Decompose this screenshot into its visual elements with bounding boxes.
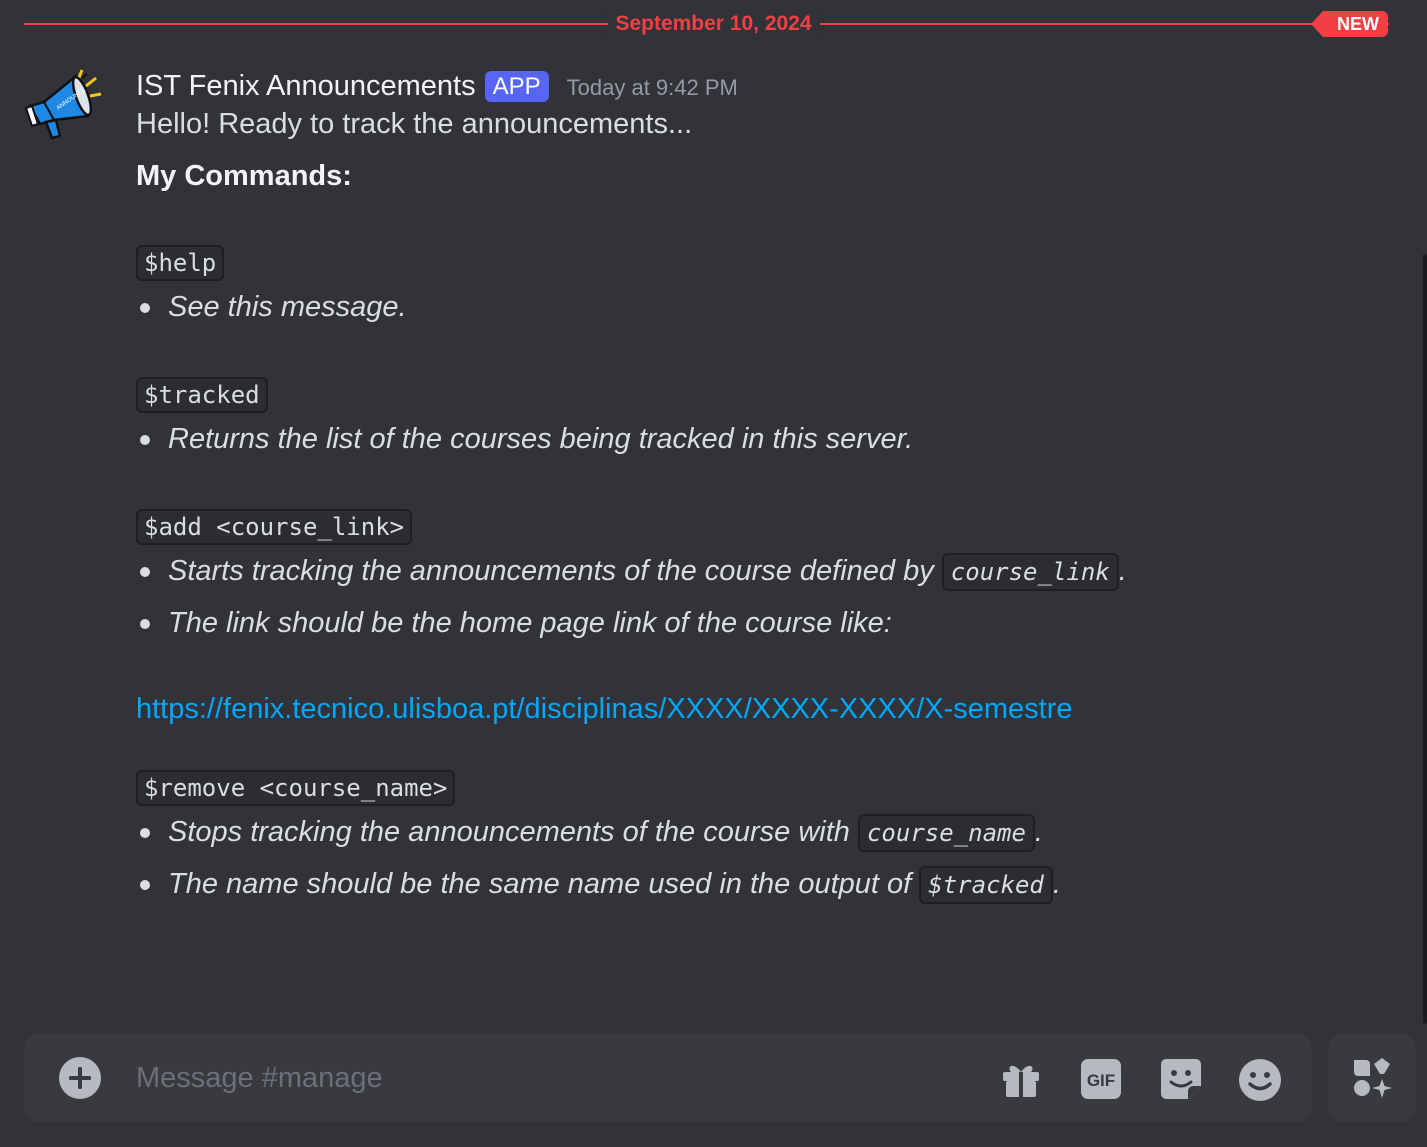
avatar[interactable]: ANNOUNCE: [24, 66, 106, 148]
sticker-icon[interactable]: [1160, 1058, 1202, 1100]
inline-code: $tracked: [919, 866, 1053, 905]
inline-code: course_link: [941, 553, 1119, 592]
code-add: $add <course_link>: [136, 509, 413, 545]
bullet-tail: .: [1052, 868, 1061, 900]
message-composer[interactable]: Message #manage GIF: [24, 1034, 1312, 1122]
intro-text: Hello! Ready to track the announcements.…: [136, 108, 693, 140]
plus-circle-icon[interactable]: [58, 1056, 102, 1100]
new-badge: NEW: [1311, 11, 1388, 37]
inline-code: course_name: [857, 814, 1035, 853]
megaphone-icon: ANNOUNCE: [24, 69, 102, 140]
commands-heading: My Commands:: [136, 160, 352, 192]
apps-icon: [1354, 1058, 1392, 1098]
gif-icon[interactable]: GIF: [1080, 1058, 1122, 1100]
scrollbar[interactable]: [1423, 254, 1427, 1024]
message-input[interactable]: Message #manage: [136, 1058, 383, 1098]
command-tracked: $tracked Returns the list of the courses…: [136, 377, 1316, 465]
message-header: IST Fenix Announcements APP Today at 9:4…: [136, 66, 1316, 106]
message-timestamp[interactable]: Today at 9:42 PM: [567, 75, 738, 101]
command-remove: $remove <course_name> Stops tracking the…: [136, 770, 1316, 910]
emoji-icon[interactable]: [1238, 1058, 1281, 1101]
command-add: $add <course_link> Starts tracking the a…: [136, 509, 1316, 726]
author-name[interactable]: IST Fenix Announcements: [136, 70, 476, 103]
code-tracked: $tracked: [136, 377, 268, 413]
code-help: $help: [136, 245, 225, 281]
app-tag: APP: [484, 70, 549, 102]
divider-date: September 10, 2024: [607, 10, 820, 38]
bullet-text: The name should be the same name used in…: [168, 868, 920, 900]
bullet: See this message.: [136, 281, 1316, 333]
apps-button[interactable]: [1328, 1034, 1416, 1122]
bullet: Starts tracking the announcements of the…: [136, 545, 1316, 597]
bullet: Stops tracking the announcements of the …: [136, 806, 1316, 858]
bullet: The name should be the same name used in…: [136, 858, 1316, 910]
code-remove: $remove <course_name>: [136, 770, 456, 806]
bullet: The link should be the home page link of…: [136, 597, 1316, 649]
gift-icon[interactable]: [1000, 1058, 1042, 1100]
gif-label: GIF: [1087, 1071, 1115, 1090]
bullet-tail: .: [1034, 816, 1043, 848]
command-help: $help See this message.: [136, 245, 1316, 333]
bullet-tail: .: [1118, 555, 1127, 587]
bullet: Returns the list of the courses being tr…: [136, 413, 1316, 465]
bullet-text: Starts tracking the announcements of the…: [168, 555, 942, 587]
bullet-text: Stops tracking the announcements of the …: [168, 816, 858, 848]
message: IST Fenix Announcements APP Today at 9:4…: [136, 66, 1316, 910]
course-link[interactable]: https://fenix.tecnico.ulisboa.pt/discipl…: [136, 693, 1072, 725]
